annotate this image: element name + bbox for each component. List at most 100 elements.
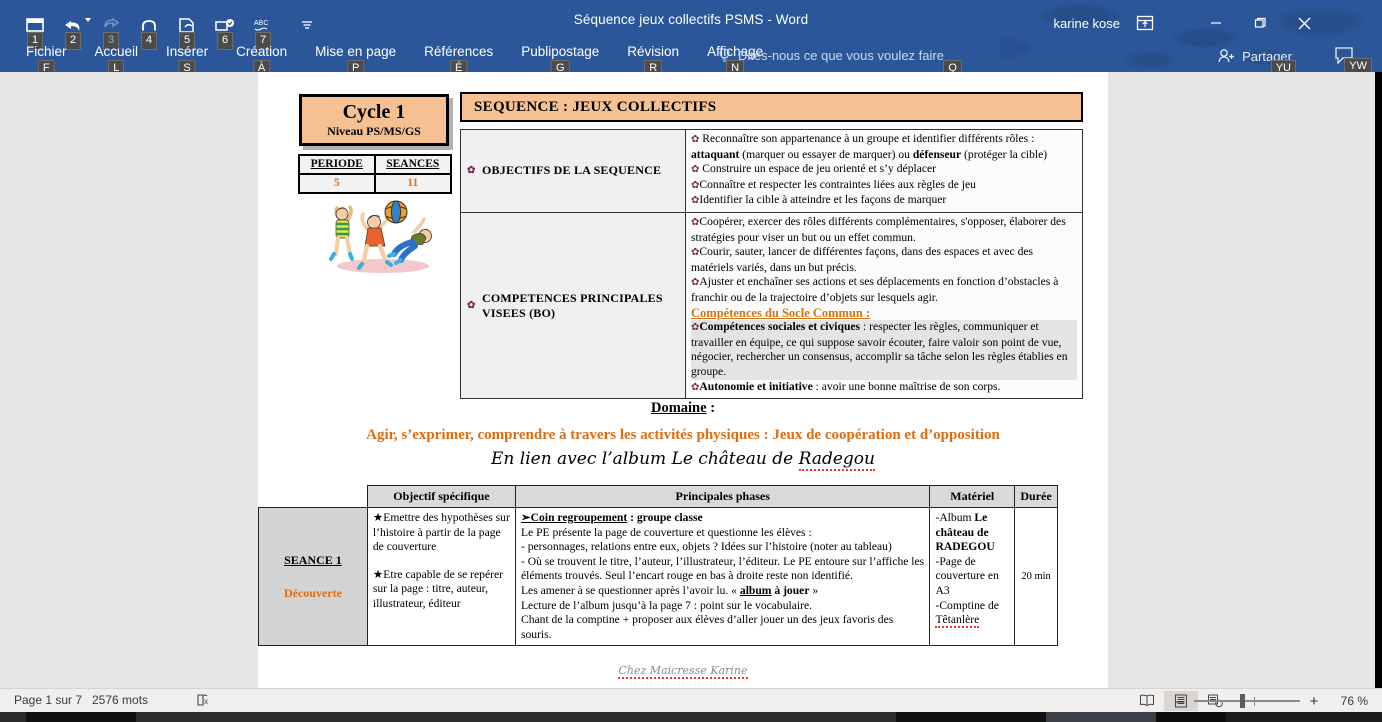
domaine-heading: Domaine :: [650, 400, 716, 416]
cycle-subtitle: Niveau PS/MS/GS: [327, 124, 421, 138]
socle-line-2: ✿Autonomie et initiative : avoir une bon…: [691, 379, 1001, 393]
undo-icon[interactable]: 2: [62, 14, 91, 50]
zoom-slider-track: [1194, 700, 1300, 702]
customize-qat-icon[interactable]: [296, 14, 318, 36]
star-bullet-icon: ✿: [691, 164, 700, 176]
materiel-item-2: -Page de couverture en A3: [935, 554, 999, 597]
periode-header: PERIODE: [298, 154, 376, 175]
objectives-line-5: ✿Identifier la cible à atteindre et les …: [691, 193, 947, 207]
objectif-cell: ★Emettre des hypothèses sur l’histoire à…: [366, 506, 516, 647]
tell-me-search[interactable]: Dites-nous ce que vous voulez faire Q: [718, 48, 962, 78]
maximize-button[interactable]: [1238, 8, 1282, 38]
proofing-errors-icon[interactable]: x: [196, 693, 212, 711]
repeat-icon[interactable]: 4: [138, 14, 160, 50]
user-account-name: karine kose: [1053, 16, 1120, 31]
zoom-slider-tick: [1254, 697, 1255, 706]
workspace-left-gutter: [0, 72, 258, 688]
read-mode-icon[interactable]: [1130, 691, 1164, 711]
domaine-line3: En lien avec l’album Le château de Radeg…: [491, 449, 875, 471]
domaine-line2: Agir, s’exprimer, comprendre à travers l…: [366, 427, 1000, 443]
materiel-item-3: -Comptine de Têtanlère: [935, 598, 999, 629]
seances-value: 11: [373, 173, 453, 194]
taskbar-segment: [136, 712, 896, 722]
sequence-banner: SEQUENCE : JEUX COLLECTIFS: [460, 92, 1083, 122]
spelling-grammar-icon[interactable]: ABC 7: [252, 14, 274, 50]
objectives-line-4: ✿Connaître et respecter les contraintes …: [691, 177, 976, 191]
seance-table: Objectif spécifique Principales phases M…: [258, 485, 1058, 647]
word-application-window: Séquence jeux collectifs PSMS - Word 1 2…: [0, 0, 1382, 722]
tab-references[interactable]: Références É: [410, 44, 507, 78]
minimize-button[interactable]: [1194, 8, 1238, 38]
tab-inserer[interactable]: Insérer S: [152, 44, 222, 78]
tab-mise-en-page[interactable]: Mise en page P: [301, 44, 410, 78]
materiel-cell: -Album Le château de RADEGOU -Page de co…: [929, 506, 1016, 647]
share-button[interactable]: Partager YU: [1218, 48, 1296, 78]
document-content: Cycle 1 Niveau PS/MS/GS PERIODE SEANCES …: [258, 72, 1108, 688]
taskbar-segment: [1156, 712, 1226, 722]
close-button[interactable]: [1282, 8, 1326, 38]
tab-publipostage[interactable]: Publipostage G: [507, 44, 613, 78]
phase-title-line: ➢Coin regroupement : groupe classe: [520, 511, 703, 524]
competences-label: COMPETENCES PRINCIPALES VISEES (BO): [482, 290, 663, 320]
ribbon-display-options-icon[interactable]: [1136, 14, 1154, 32]
seance-col-header-blank: [259, 486, 368, 508]
redo-icon: 3: [100, 14, 122, 50]
document-page[interactable]: Cycle 1 Niveau PS/MS/GS PERIODE SEANCES …: [258, 72, 1108, 688]
print-preview-icon[interactable]: 5: [176, 14, 198, 50]
zoom-out-button[interactable]: –: [1174, 693, 1186, 710]
presentation-mode-icon[interactable]: 1: [24, 14, 46, 50]
seance-cell: SEANCE 1 Découverte: [258, 506, 368, 647]
tab-creation[interactable]: Création À: [222, 44, 301, 78]
socle-line-1: ✿Compétences sociales et civiques : resp…: [691, 320, 1077, 380]
seance-kind: Découverte: [283, 585, 342, 600]
tell-me-label: Dites-nous ce que vous voulez faire: [738, 48, 944, 63]
objectives-label: OBJECTIFS DE LA SEQUENCE: [482, 163, 662, 178]
document-footer: Chez Maicresse Karine: [258, 664, 1108, 679]
duree-header: Durée: [1014, 485, 1058, 508]
tab-accueil[interactable]: Accueil L: [81, 44, 153, 78]
tab-fichier[interactable]: Fichier F: [12, 44, 81, 78]
phase-line-2: - personnages, relations entre eux, obje…: [520, 540, 892, 554]
zoom-level-label[interactable]: 76 %: [1328, 694, 1368, 708]
star-bullet-icon: ✿: [691, 134, 700, 145]
table-row: SEANCE 1 Découverte ★Emettre des hypothè…: [258, 506, 1058, 647]
domaine-block: Domaine : Agir, s’exprimer, comprendre à…: [258, 400, 1108, 471]
quick-access-toolbar: 1 2 3 4 5 6 ABC 7: [24, 12, 318, 50]
title-bar: Séquence jeux collectifs PSMS - Word 1 2…: [0, 0, 1382, 78]
duree-cell: 20 min: [1014, 506, 1058, 647]
status-bar: Page 1 sur 7 2576 mots x – + 76 %: [0, 688, 1382, 712]
zoom-slider[interactable]: [1194, 692, 1300, 710]
competences-line-3: ✿Ajuster et enchaîner ses actions et ses…: [691, 275, 1059, 304]
ribbon-tab-bar: Fichier F Accueil L Insérer S Création À…: [12, 44, 777, 78]
taskbar-segment: [1226, 712, 1382, 722]
tab-inserer-label: Insérer: [166, 44, 209, 59]
children-playing-ball-clipart: [329, 200, 432, 273]
star-bullet-icon: ✿: [467, 300, 476, 312]
person-add-icon: [1218, 49, 1235, 63]
tab-publipostage-label: Publipostage: [521, 44, 600, 59]
tab-revision[interactable]: Révision R: [613, 44, 693, 78]
phase-line-5: Chant de la comptine + proposer aux élèv…: [520, 613, 894, 641]
status-word-count[interactable]: 2576 mots: [92, 693, 148, 707]
comments-icon[interactable]: YW: [1334, 46, 1372, 76]
phase-line-4: Lecture de l’album jusqu’à la page 7 : p…: [520, 598, 812, 612]
workspace-right-edge: [1375, 72, 1382, 688]
email-icon[interactable]: 6: [214, 14, 236, 50]
tab-revision-label: Révision: [627, 44, 680, 59]
table-row: 5 11: [298, 173, 453, 194]
principales-phases-header: Principales phases: [514, 485, 931, 508]
phase-quote-line: Les amener à se questionner après l’avoi…: [520, 583, 819, 597]
objectives-competences-table: ✿ OBJECTIFS DE LA SEQUENCE ✿ Reconnaître…: [460, 129, 1083, 400]
period-seances-table: PERIODE SEANCES 5 11: [298, 154, 453, 194]
svg-text:x: x: [204, 697, 208, 706]
phases-cell: ➢Coin regroupement : groupe classe Le PE…: [514, 506, 931, 647]
zoom-slider-thumb[interactable]: [1240, 694, 1245, 708]
domaine-heading-word: Domaine: [650, 400, 707, 416]
phase-line-3: - Où se trouvent le titre, l’auteur, l’i…: [520, 554, 925, 583]
star-bullet-icon: ✿: [467, 165, 476, 177]
chevron-down-icon[interactable]: [85, 18, 91, 22]
svg-text:ABC: ABC: [254, 20, 268, 27]
status-page-indicator[interactable]: Page 1 sur 7: [14, 693, 82, 707]
zoom-in-button[interactable]: +: [1308, 693, 1320, 710]
materiel-item-1: -Album Le château de RADEGOU: [935, 511, 995, 554]
